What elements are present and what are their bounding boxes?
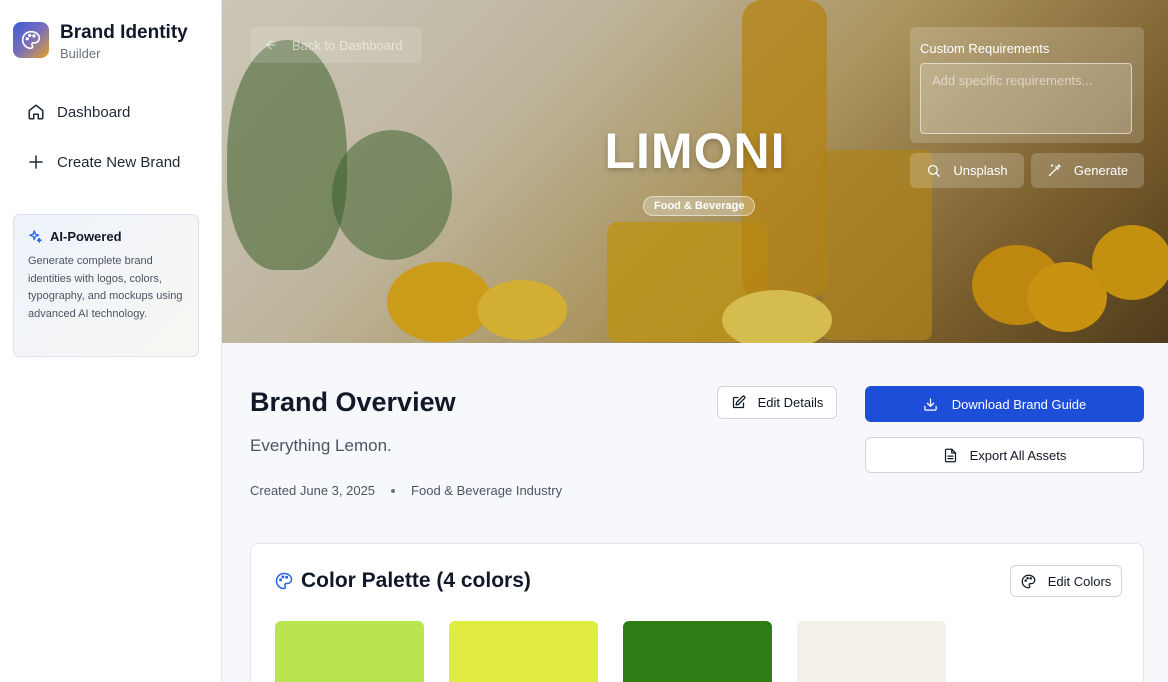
custom-requirements-panel: Custom Requirements [910, 27, 1144, 143]
nav-dashboard-label: Dashboard [57, 103, 131, 121]
ai-card-description: Generate complete brand identities with … [28, 255, 183, 320]
edit-colors-label: Edit Colors [1047, 573, 1112, 589]
edit-colors-button[interactable]: Edit Colors [1010, 565, 1122, 597]
brand-tagline: Everything Lemon. [250, 436, 392, 455]
hero-banner: Back to Dashboard LIMONI Food & Beverage… [222, 0, 1168, 343]
unsplash-label: Unsplash [953, 163, 1008, 178]
sidebar: Brand Identity Builder Dashboard Create … [0, 0, 222, 682]
edit-details-label: Edit Details [757, 395, 824, 410]
industry-badge: Food & Beverage [643, 196, 756, 216]
arrow-left-icon [266, 40, 276, 50]
palette-icon [1021, 574, 1036, 588]
color-palette-heading: Color Palette (4 colors) [301, 569, 531, 592]
export-all-assets-button[interactable]: Export All Assets [865, 437, 1144, 473]
palette-icon [275, 572, 293, 590]
back-to-dashboard-button[interactable]: Back to Dashboard [250, 27, 422, 63]
brand-meta: Created June 3, 2025 Food & Beverage Ind… [250, 483, 562, 498]
edit-icon [732, 395, 746, 409]
color-swatch-3[interactable] [623, 621, 772, 682]
color-palette-card: Color Palette (4 colors) Edit Colors [250, 543, 1144, 682]
magic-wand-icon [1048, 164, 1061, 177]
app-brand[interactable]: Brand Identity Builder [13, 22, 188, 61]
edit-details-button[interactable]: Edit Details [717, 386, 837, 419]
palette-logo-icon [13, 22, 49, 58]
separator-dot [391, 488, 396, 493]
plus-icon [29, 155, 43, 169]
ai-card-title: AI-Powered [50, 229, 122, 244]
generate-button[interactable]: Generate [1031, 153, 1144, 188]
nav-dashboard[interactable]: Dashboard [27, 103, 130, 121]
color-swatch-2[interactable] [449, 621, 598, 682]
app-subtitle: Builder [60, 46, 101, 61]
custom-requirements-input[interactable] [920, 63, 1132, 134]
color-swatch-4[interactable] [797, 621, 946, 682]
generate-label: Generate [1073, 163, 1129, 178]
download-icon [924, 397, 937, 411]
ai-powered-card: AI-Powered Generate complete brand ident… [13, 214, 199, 357]
file-icon [944, 448, 956, 462]
custom-requirements-label: Custom Requirements [920, 41, 1050, 56]
nav-create-new-brand[interactable]: Create New Brand [27, 153, 180, 171]
search-icon [928, 164, 941, 177]
home-icon [28, 104, 44, 120]
download-brand-guide-button[interactable]: Download Brand Guide [865, 386, 1144, 422]
back-label: Back to Dashboard [292, 37, 403, 53]
export-label: Export All Assets [969, 447, 1067, 463]
sparkles-icon [29, 230, 42, 243]
unsplash-button[interactable]: Unsplash [910, 153, 1024, 188]
industry-text: Food & Beverage Industry [411, 483, 563, 498]
app-title: Brand Identity [60, 22, 188, 43]
color-swatch-1[interactable] [275, 621, 424, 682]
download-label: Download Brand Guide [951, 396, 1087, 412]
created-date: Created June 3, 2025 [250, 483, 376, 498]
brand-overview-heading: Brand Overview [250, 387, 456, 417]
nav-create-label: Create New Brand [57, 153, 181, 171]
